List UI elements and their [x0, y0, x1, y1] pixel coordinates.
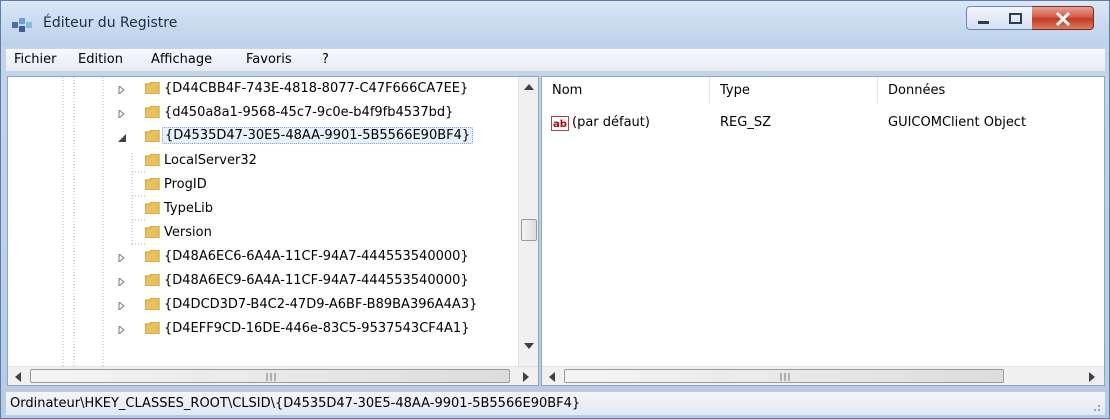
menu-edition[interactable]: Edition	[78, 52, 123, 67]
title-bar[interactable]: Éditeur du Registre	[1, 1, 1109, 47]
values-horizontal-scroll-thumb[interactable]	[564, 369, 1004, 383]
scroll-left-arrow-icon[interactable]	[14, 372, 22, 382]
folder-open-icon	[145, 130, 160, 142]
minimize-button[interactable]	[966, 6, 1000, 30]
tree-item[interactable]: {D44CBB4F-743E-4818-8077-C47F666CA7EE}	[8, 77, 508, 101]
tree-item-label: {D4535D47-30E5-48AA-9901-5B5566E90BF4}	[162, 127, 474, 144]
maximize-icon	[1009, 13, 1022, 24]
svg-text:ab: ab	[553, 119, 567, 130]
tree-item[interactable]: TypeLib	[8, 197, 508, 221]
registry-editor-window: Éditeur du Registre Fichier Edition Affi…	[0, 0, 1110, 419]
tree-item[interactable]: {d450a8a1-9568-45c7-9c0e-b4f9fb4537bd}	[8, 101, 508, 125]
close-icon	[1055, 11, 1071, 27]
tree-item[interactable]: ProgID	[8, 173, 508, 197]
scroll-down-arrow-icon[interactable]	[524, 342, 534, 350]
tree-vertical-scrollbar[interactable]	[518, 77, 538, 367]
menu-bar: Fichier Edition Affichage Favoris ?	[6, 49, 1105, 72]
expand-arrow-icon[interactable]	[118, 302, 126, 310]
status-bar: Ordinateur\HKEY_CLASSES_ROOT\CLSID\{D453…	[6, 391, 1105, 415]
maximize-button[interactable]	[999, 6, 1033, 30]
tree-item-label: {d450a8a1-9568-45c7-9c0e-b4f9fb4537bd}	[164, 105, 454, 120]
folder-icon	[145, 250, 160, 262]
scroll-right-arrow-icon[interactable]	[522, 372, 530, 382]
scroll-up-arrow-icon[interactable]	[524, 83, 534, 91]
menu-favoris[interactable]: Favoris	[246, 52, 292, 67]
scroll-left-arrow-icon[interactable]	[548, 372, 556, 382]
expand-arrow-icon[interactable]	[118, 278, 126, 286]
folder-icon	[145, 274, 160, 286]
tree-horizontal-scroll-thumb[interactable]	[30, 369, 510, 383]
tree-item-label: Version	[164, 225, 212, 240]
tree-item-label: {D48A6EC6-6A4A-11CF-94A7-444553540000}	[164, 249, 469, 264]
folder-icon	[145, 154, 160, 166]
status-path: Ordinateur\HKEY_CLASSES_ROOT\CLSID\{D453…	[10, 396, 581, 411]
menu-fichier[interactable]: Fichier	[14, 52, 57, 67]
scroll-right-arrow-icon[interactable]	[1088, 372, 1096, 382]
folder-icon	[145, 82, 160, 94]
grip-icon	[780, 373, 790, 381]
tree-item[interactable]: {D4EFF9CD-16DE-446e-83C5-9537543CF4A1}	[8, 317, 508, 341]
tree-item-label: {D48A6EC9-6A4A-11CF-94A7-444553540000}	[164, 273, 469, 288]
string-value-icon: ab	[551, 116, 569, 131]
folder-icon	[145, 202, 160, 214]
folder-icon	[145, 106, 160, 118]
close-button[interactable]	[1032, 6, 1094, 30]
expand-arrow-icon[interactable]	[118, 86, 126, 94]
folder-icon	[145, 298, 160, 310]
minimize-icon	[978, 21, 989, 24]
tree-item-label: {D4DCD3D7-B4C2-47D9-A6BF-B89BA396A4A3}	[164, 297, 478, 312]
tree-item[interactable]: Version	[8, 221, 508, 245]
collapse-arrow-icon[interactable]	[118, 134, 126, 142]
tree-item-label: ProgID	[164, 177, 207, 192]
value-name: (par défaut)	[572, 115, 650, 130]
tree-item-label: TypeLib	[164, 201, 213, 216]
value-type: REG_SZ	[720, 115, 771, 130]
grip-icon	[266, 373, 276, 381]
expand-arrow-icon[interactable]	[118, 110, 126, 118]
tree-item[interactable]: {D48A6EC9-6A4A-11CF-94A7-444553540000}	[8, 269, 508, 293]
tree-item-label: {D4EFF9CD-16DE-446e-83C5-9537543CF4A1}	[164, 321, 470, 336]
window-title: Éditeur du Registre	[43, 15, 178, 31]
tree-vertical-scroll-thumb[interactable]	[521, 219, 537, 241]
expand-arrow-icon[interactable]	[118, 326, 126, 334]
values-horizontal-scrollbar[interactable]	[542, 366, 1104, 385]
registry-editor-app-icon	[12, 18, 32, 32]
folder-icon	[145, 226, 160, 238]
menu-help[interactable]: ?	[322, 52, 329, 67]
value-data: GUICOMClient Object	[888, 115, 1027, 130]
tree-horizontal-scrollbar[interactable]	[8, 366, 538, 385]
tree-item-label: LocalServer32	[164, 153, 257, 168]
tree-item[interactable]: {D4DCD3D7-B4C2-47D9-A6BF-B89BA396A4A3}	[8, 293, 508, 317]
folder-icon	[145, 178, 160, 190]
folder-icon	[145, 322, 160, 334]
tree-item-selected[interactable]: {D4535D47-30E5-48AA-9901-5B5566E90BF4}	[8, 125, 508, 149]
value-row[interactable]: ab (par défaut) REG_SZ GUICOMClient Obje…	[542, 77, 1102, 137]
registry-tree-pane: {D44CBB4F-743E-4818-8077-C47F666CA7EE} {…	[7, 76, 539, 386]
resize-grip-icon[interactable]	[1089, 400, 1101, 412]
tree-item[interactable]: {D48A6EC6-6A4A-11CF-94A7-444553540000}	[8, 245, 508, 269]
expand-arrow-icon[interactable]	[118, 254, 126, 262]
tree-item[interactable]: LocalServer32	[8, 149, 508, 173]
tree-item-label: {D44CBB4F-743E-4818-8077-C47F666CA7EE}	[164, 81, 469, 96]
values-pane: Nom Type Données ab (par défaut) REG_SZ …	[541, 76, 1105, 386]
menu-affichage[interactable]: Affichage	[151, 52, 212, 67]
